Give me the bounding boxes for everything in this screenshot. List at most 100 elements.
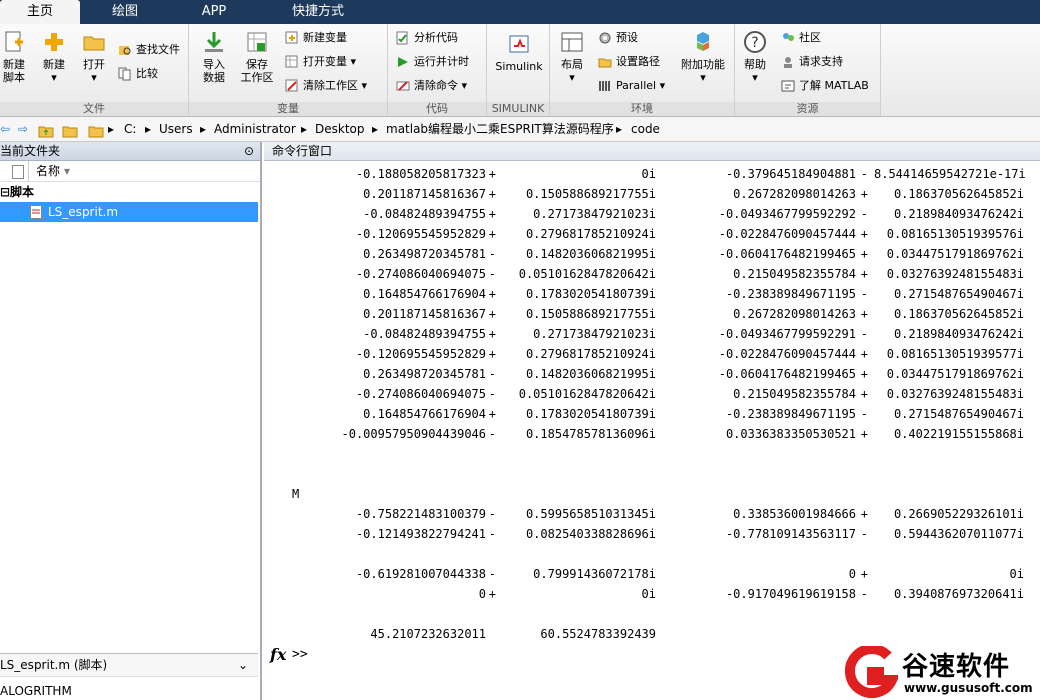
new-variable-button[interactable]: 新建变量 — [285, 28, 347, 48]
chevron-down-icon: ▾ — [752, 71, 758, 84]
output-value-sign1: - — [488, 427, 496, 441]
output-value-im1: 0.0510162847820642i — [518, 267, 656, 281]
gususoft-logo-icon — [844, 646, 898, 698]
run-and-time-button[interactable]: 运行并计时 — [396, 52, 469, 72]
breadcrumb-code[interactable]: code — [631, 117, 660, 141]
breadcrumb-users[interactable]: Users — [159, 117, 193, 141]
output-value-sign1: + — [488, 187, 496, 201]
community-button[interactable]: 社区 — [781, 28, 821, 48]
help-button[interactable]: ? 帮助 ▾ — [735, 30, 775, 84]
details-header[interactable]: LS_esprit.m (脚本) ⌄ — [0, 653, 258, 677]
output-value-im2: 0.271548765490467i — [893, 407, 1024, 421]
import-label-1: 导入 — [203, 58, 225, 71]
output-row: -0.120695545952829 +0.279681785210924i -0.… — [264, 344, 1034, 364]
details-title: LS_esprit.m (脚本) — [0, 658, 108, 672]
output-value-sign2: - — [860, 207, 868, 221]
save-workspace-button[interactable]: 保存 工作区 — [237, 30, 277, 84]
output-row: 0 +0i -0.917049619619158- 0.394087697320641… — [264, 584, 1034, 604]
output-value-im2: 0.0327639248155483i — [886, 387, 1024, 401]
find-files-button[interactable]: 查找文件 — [118, 40, 180, 60]
open-button[interactable]: 打开 ▾ — [74, 30, 114, 84]
simulink-label: Simulink — [495, 60, 543, 73]
output-value-im1: 0.279681785210924i — [525, 347, 656, 361]
new-button[interactable]: 新建 ▾ — [34, 30, 74, 84]
breadcrumb-separator: ▸ — [372, 122, 379, 136]
tab-shortcuts[interactable]: 快捷方式 — [262, 0, 374, 24]
clear-commands-label: 清除命令 — [414, 79, 458, 92]
open-variable-button[interactable]: 打开变量 ▾ — [285, 52, 356, 72]
output-value-im2: 8.54414659542721e-17i — [874, 167, 1026, 181]
up-folder-icon[interactable] — [38, 122, 54, 138]
output-row: -0.08482489394755 +0.27173847921023i -0.04… — [264, 204, 1034, 224]
output-value-sign1: + — [488, 287, 496, 301]
compare-button[interactable]: 比较 — [118, 64, 158, 84]
output-row: 45.2107232632011 60.5524783392439 — [264, 624, 1034, 644]
section-environment-label: 环境 — [550, 102, 734, 116]
forward-icon[interactable]: ⇨ — [18, 117, 28, 141]
output-value-re1: -0.08482489394755 — [363, 327, 486, 341]
import-data-button[interactable]: 导入 数据 — [194, 30, 234, 84]
open-variable-label: 打开变量 — [303, 55, 347, 68]
output-row: 0.263498720345781- 0.148203606821995i -0.0… — [264, 244, 1034, 264]
breadcrumb-drive[interactable]: C: — [124, 117, 136, 141]
name-column-header[interactable]: 名称 — [36, 161, 60, 181]
breadcrumb-separator: ▸ — [108, 122, 115, 136]
clear-commands-icon — [396, 81, 410, 91]
layout-icon — [561, 32, 583, 52]
script-group-row[interactable]: ⊟ 脚本 — [0, 182, 260, 202]
watermark: 谷速软件 www.gususoft.com — [844, 646, 1040, 700]
output-value-im1: 0.599565851031345i — [525, 507, 656, 521]
command-prompt[interactable]: >> — [292, 647, 308, 662]
tab-apps[interactable]: APP — [172, 0, 256, 24]
new-script-button[interactable]: 新建 脚本 — [0, 30, 34, 84]
output-value-re1: -0.08482489394755 — [363, 207, 486, 221]
panel-menu-icon[interactable]: ⊙ — [244, 142, 254, 160]
fx-icon[interactable]: fx — [270, 645, 286, 664]
output-row: -0.274086040694075- 0.0510162847820642i 0.… — [264, 384, 1034, 404]
output-value-re2: -0.238389849671195 — [725, 407, 856, 421]
command-window[interactable]: 命令行窗口 M -0.188058205817323 +0i -0.37964518… — [264, 142, 1040, 700]
collapse-icon[interactable]: ⊟ — [0, 182, 10, 202]
set-path-button[interactable]: 设置路径 — [598, 52, 660, 72]
analyze-code-button[interactable]: 分析代码 — [396, 28, 458, 48]
back-icon[interactable]: ⇦ — [0, 117, 10, 141]
learn-matlab-button[interactable]: 了解 MATLAB — [781, 76, 869, 96]
add-ons-button[interactable]: 附加功能 ▾ — [678, 30, 728, 84]
output-value-re2: -0.0604176482199465 — [718, 367, 856, 381]
output-value-im2: 0i — [1009, 567, 1024, 581]
output-value-im1: 0.150588689217755i — [525, 187, 656, 201]
path-folder-icon — [88, 122, 104, 138]
request-support-label: 请求支持 — [799, 55, 843, 68]
layout-button[interactable]: 布局 ▾ — [552, 30, 592, 84]
svg-text:?: ? — [751, 35, 758, 51]
output-value-sign2: - — [860, 407, 868, 421]
browse-folder-icon[interactable] — [62, 122, 78, 138]
output-value-re1: -0.619281007044338 — [355, 567, 486, 581]
output-value-sign1: - — [488, 507, 496, 521]
breadcrumb-desktop[interactable]: Desktop — [315, 117, 365, 141]
section-simulink: Simulink SIMULINK — [487, 24, 550, 116]
file-row-ls-esprit[interactable]: LS_esprit.m — [0, 202, 258, 222]
output-value-re1: -0.120695545952829 — [355, 227, 486, 241]
chevron-down-icon[interactable]: ⌄ — [238, 654, 248, 676]
output-row: -0.08482489394755 +0.27173847921023i -0.04… — [264, 324, 1034, 344]
tab-home[interactable]: 主页 — [0, 0, 80, 24]
preferences-button[interactable]: 预设 — [598, 28, 638, 48]
request-support-button[interactable]: 请求支持 — [781, 52, 843, 72]
chevron-down-icon: ▾ — [91, 71, 97, 84]
output-value-re2: 0.215049582355784 — [733, 387, 856, 401]
parallel-button[interactable]: Parallel ▾ — [598, 76, 665, 96]
breadcrumb-administrator[interactable]: Administrator — [214, 117, 296, 141]
open-label: 打开 — [83, 58, 105, 71]
clear-commands-button[interactable]: 清除命令 ▾ — [396, 76, 467, 96]
output-value-re1: 0.201187145816367 — [363, 307, 486, 321]
output-value-re1: -0.758221483100379 — [355, 507, 486, 521]
tab-plots[interactable]: 绘图 — [84, 0, 166, 24]
simulink-button[interactable]: Simulink — [491, 32, 547, 73]
breadcrumb-project-folder[interactable]: matlab编程最小二乘ESPRIT算法源码程序 — [386, 117, 614, 141]
output-value-re1: -0.00957950904439046 — [341, 427, 487, 441]
current-folder-panel: 当前文件夹 ⊙ 名称 ▾ ⊟ 脚本 LS_esprit.m LS_esprit.… — [0, 142, 262, 700]
output-value-re2: 0.267282098014263 — [733, 307, 856, 321]
output-value-re1: -0.274086040694075 — [355, 387, 486, 401]
clear-workspace-button[interactable]: 清除工作区 ▾ — [285, 76, 367, 96]
